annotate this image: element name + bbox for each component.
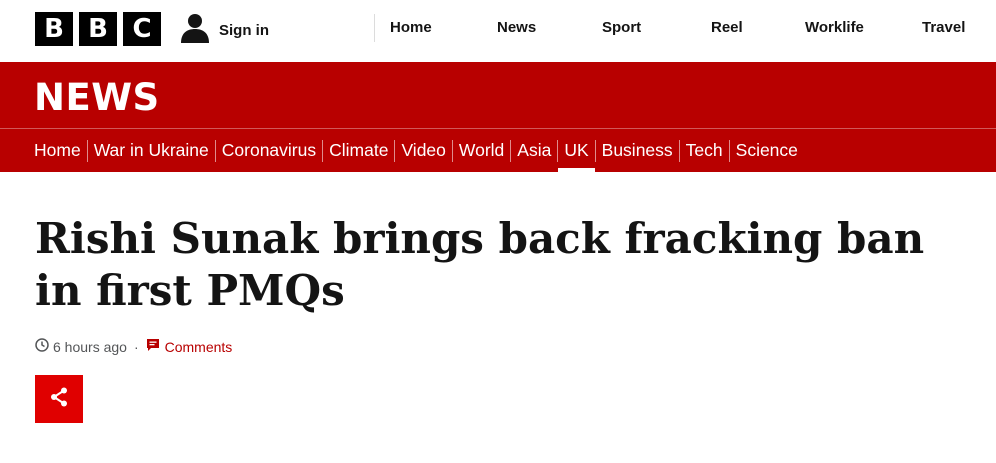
section-nav: Home War in Ukraine Coronavirus Climate … (34, 129, 798, 172)
article-timestamp: 6 hours ago (53, 338, 127, 355)
section-separator (394, 139, 396, 162)
section-separator (594, 139, 596, 162)
comment-icon (146, 338, 160, 355)
section-nav-coronavirus[interactable]: Coronavirus (222, 129, 316, 172)
section-separator (678, 139, 680, 162)
section-nav-war-in-ukraine[interactable]: War in Ukraine (94, 129, 209, 172)
news-wordmark[interactable]: NEWS (34, 76, 160, 119)
bbc-masthead: B B C Sign in Home News Sport Reel Workl… (0, 0, 996, 62)
bbc-logo-letter: B (79, 12, 117, 46)
section-nav-video[interactable]: Video (401, 129, 445, 172)
sign-in-label: Sign in (219, 22, 269, 39)
article-meta: 6 hours ago · Comments (35, 338, 232, 355)
clock-icon (35, 338, 49, 355)
section-nav-uk[interactable]: UK (558, 129, 596, 172)
top-nav-reel[interactable]: Reel (711, 19, 743, 36)
section-nav-tech[interactable]: Tech (686, 129, 723, 172)
section-nav-science[interactable]: Science (736, 129, 798, 172)
article-headline: Rishi Sunak brings back fracking ban in … (35, 214, 925, 315)
user-icon (181, 13, 209, 48)
share-button[interactable] (35, 375, 83, 423)
section-nav-world[interactable]: World (459, 129, 504, 172)
section-separator (510, 139, 512, 162)
top-nav-home[interactable]: Home (390, 19, 432, 36)
section-separator (86, 139, 88, 162)
bbc-logo[interactable]: B B C (35, 12, 161, 46)
section-separator (322, 139, 324, 162)
top-nav-news[interactable]: News (497, 19, 536, 36)
section-separator (557, 139, 559, 162)
section-separator (214, 139, 216, 162)
top-nav: Home News Sport Reel Worklife Travel (374, 14, 965, 42)
comments-link[interactable]: Comments (146, 338, 233, 355)
section-nav-asia[interactable]: Asia (517, 129, 551, 172)
top-nav-travel[interactable]: Travel (922, 19, 965, 36)
comments-label: Comments (164, 338, 233, 355)
bbc-logo-letter: B (35, 12, 73, 46)
section-separator (451, 139, 453, 162)
section-nav-climate[interactable]: Climate (329, 129, 388, 172)
section-nav-home[interactable]: Home (34, 129, 81, 172)
top-nav-worklife[interactable]: Worklife (805, 19, 864, 36)
news-band: NEWS Home War in Ukraine Coronavirus Cli… (0, 62, 996, 172)
bbc-logo-letter: C (123, 12, 161, 46)
share-icon (48, 386, 70, 413)
section-separator (728, 139, 730, 162)
meta-separator: · (133, 338, 139, 355)
sign-in-link[interactable]: Sign in (181, 13, 269, 48)
top-nav-sport[interactable]: Sport (602, 19, 641, 36)
section-nav-business[interactable]: Business (602, 129, 673, 172)
